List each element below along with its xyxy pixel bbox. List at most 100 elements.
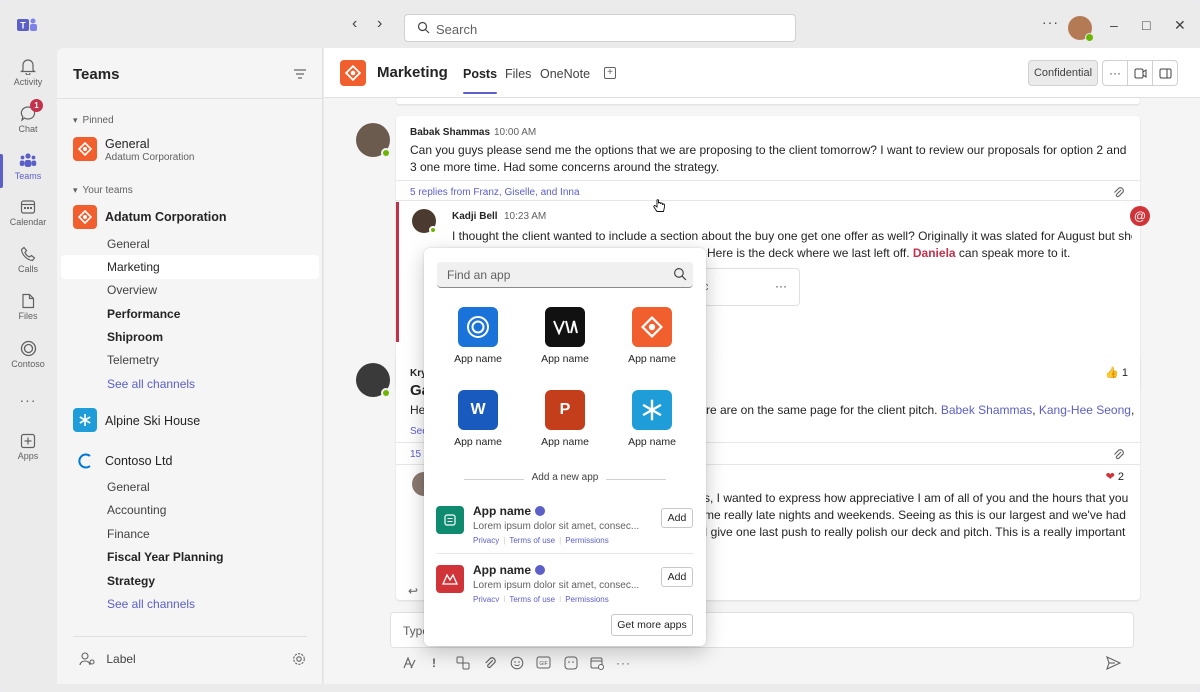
reply-arrow-icon[interactable]: ↩	[408, 584, 418, 598]
channel-performance[interactable]: Performance	[107, 307, 180, 321]
reply-time: 10:23 AM	[504, 211, 547, 222]
sticker-icon[interactable]	[564, 656, 578, 673]
more-actions-icon[interactable]: ···	[616, 656, 631, 670]
reaction-like[interactable]: 👍 1	[1105, 366, 1128, 379]
channel-general[interactable]: General	[107, 480, 150, 494]
schedule-meeting-icon[interactable]	[590, 656, 604, 673]
replies-link[interactable]: 15	[410, 449, 421, 460]
permissions-link[interactable]: Permissions	[565, 536, 609, 545]
powerpoint-icon: P	[545, 390, 585, 430]
mention-daniela[interactable]: Daniela	[913, 246, 956, 260]
team-adatum-corporation[interactable]: Adatum Corporation	[105, 210, 227, 224]
user-avatar[interactable]	[1068, 16, 1094, 42]
reply-sender[interactable]: Kadji Bell	[452, 211, 498, 222]
channel-accounting[interactable]: Accounting	[107, 503, 166, 517]
channel-marketing[interactable]: Marketing	[107, 260, 160, 274]
tab-onenote[interactable]: OneNote	[540, 67, 590, 81]
avatar[interactable]	[356, 363, 391, 398]
divider	[73, 636, 307, 637]
rail-item-activity[interactable]: Activity	[0, 58, 56, 87]
filter-icon[interactable]	[294, 69, 306, 79]
rail-item-calendar[interactable]: Calendar	[0, 199, 56, 227]
app-tile[interactable]: App name	[438, 307, 518, 365]
forward-button[interactable]: ›	[377, 15, 382, 33]
add-app-button[interactable]: Add	[661, 567, 693, 587]
file-more-button[interactable]: ···	[775, 279, 787, 293]
format-icon[interactable]	[402, 656, 416, 673]
terms-link[interactable]: Terms of use	[509, 536, 555, 545]
attachment-icon[interactable]	[1113, 186, 1124, 199]
find-app-input[interactable]: Find an app	[437, 262, 693, 288]
important-icon[interactable]: !	[432, 656, 436, 670]
app-title: App name	[473, 563, 532, 577]
channel-shiproom[interactable]: Shiproom	[107, 330, 163, 344]
mention-babek-shammas[interactable]: Babek Shammas	[941, 403, 1032, 417]
label-button[interactable]: Label	[79, 652, 136, 666]
more-apps-button[interactable]: ···	[0, 392, 56, 408]
channel-fiscal-year-planning[interactable]: Fiscal Year Planning	[107, 550, 224, 564]
link-logo-icon	[73, 137, 97, 161]
open-pane-button[interactable]	[1152, 60, 1178, 86]
avatar[interactable]	[356, 123, 391, 158]
suggested-app-title: App name	[473, 563, 546, 577]
confidential-label-button[interactable]: Confidential	[1028, 60, 1098, 86]
emoji-icon[interactable]	[510, 656, 524, 673]
add-tab-button[interactable]: +	[604, 67, 616, 79]
channel-overview[interactable]: Overview	[107, 283, 157, 297]
see-all-channels-link[interactable]: See all channels	[107, 597, 195, 611]
tab-files[interactable]: Files	[505, 67, 531, 81]
pinned-section-label[interactable]: Pinned	[73, 115, 114, 126]
your-teams-section-label[interactable]: Your teams	[73, 185, 133, 196]
mention-kang-hee-seong[interactable]: Kang-Hee Seong	[1039, 403, 1131, 417]
app-tile[interactable]: W App name	[438, 390, 518, 448]
privacy-link[interactable]: Privacy	[473, 536, 499, 545]
team-contoso-ltd[interactable]: Contoso Ltd	[105, 454, 172, 468]
file-attachment-card[interactable]: c ···	[692, 268, 800, 306]
rail-item-files[interactable]: Files	[0, 293, 56, 321]
suggested-app[interactable]: App name Lorem ipsum dolor sit amet, con…	[424, 502, 706, 560]
tab-posts[interactable]: Posts	[463, 67, 498, 94]
maximize-button[interactable]: □	[1142, 17, 1150, 33]
rail-item-chat[interactable]: 1 Chat	[0, 99, 56, 134]
send-icon[interactable]	[1106, 655, 1122, 673]
attach-icon[interactable]	[484, 656, 496, 673]
close-button[interactable]: ✕	[1174, 17, 1186, 34]
add-app-button[interactable]: Add	[661, 508, 693, 528]
presence-available-icon	[381, 148, 391, 158]
loop-icon[interactable]	[456, 656, 470, 673]
attachment-icon[interactable]	[1113, 448, 1124, 461]
gif-icon[interactable]: GIF	[536, 656, 551, 672]
avatar[interactable]	[412, 209, 437, 234]
back-button[interactable]: ‹	[352, 15, 357, 33]
rail-item-contoso[interactable]: Contoso	[0, 340, 56, 369]
app-tile[interactable]: App name	[612, 307, 692, 365]
team-alpine-ski-house[interactable]: Alpine Ski House	[105, 414, 200, 428]
channel-general[interactable]: General	[107, 237, 150, 251]
meet-button[interactable]	[1127, 60, 1153, 86]
presence-available-icon	[1085, 33, 1094, 42]
app-tile[interactable]: P App name	[525, 390, 605, 448]
app-rail: Activity 1 Chat Teams Calendar Calls Fil…	[0, 48, 56, 692]
channel-finance[interactable]: Finance	[107, 527, 150, 541]
get-more-apps-button[interactable]: Get more apps	[611, 614, 693, 636]
rail-item-calls[interactable]: Calls	[0, 246, 56, 274]
message-sender[interactable]: Babak Shammas	[410, 127, 490, 138]
channel-more-button[interactable]: ···	[1102, 60, 1128, 86]
replies-link[interactable]: 5 replies from Franz, Giselle, and Inna	[410, 187, 580, 198]
gear-icon[interactable]	[292, 652, 306, 666]
rail-item-apps[interactable]: Apps	[0, 433, 56, 461]
link-logo-icon	[340, 60, 366, 86]
channel-telemetry[interactable]: Telemetry	[107, 353, 159, 367]
rail-item-teams[interactable]: Teams	[0, 152, 56, 188]
snowflake-icon	[632, 390, 672, 430]
channel-strategy[interactable]: Strategy	[107, 574, 155, 588]
app-tile[interactable]: App name	[525, 307, 605, 365]
see-all-channels-link[interactable]: See all channels	[107, 377, 195, 391]
heart-icon: ❤	[1105, 471, 1115, 483]
more-options-button[interactable]: ···	[1042, 14, 1059, 30]
search-input[interactable]: Search	[404, 14, 796, 42]
reaction-heart[interactable]: ❤ 2	[1106, 470, 1124, 483]
app-tile[interactable]: App name	[612, 390, 692, 448]
pinned-channel-general[interactable]: General	[105, 137, 149, 151]
minimize-button[interactable]: –	[1110, 17, 1118, 33]
